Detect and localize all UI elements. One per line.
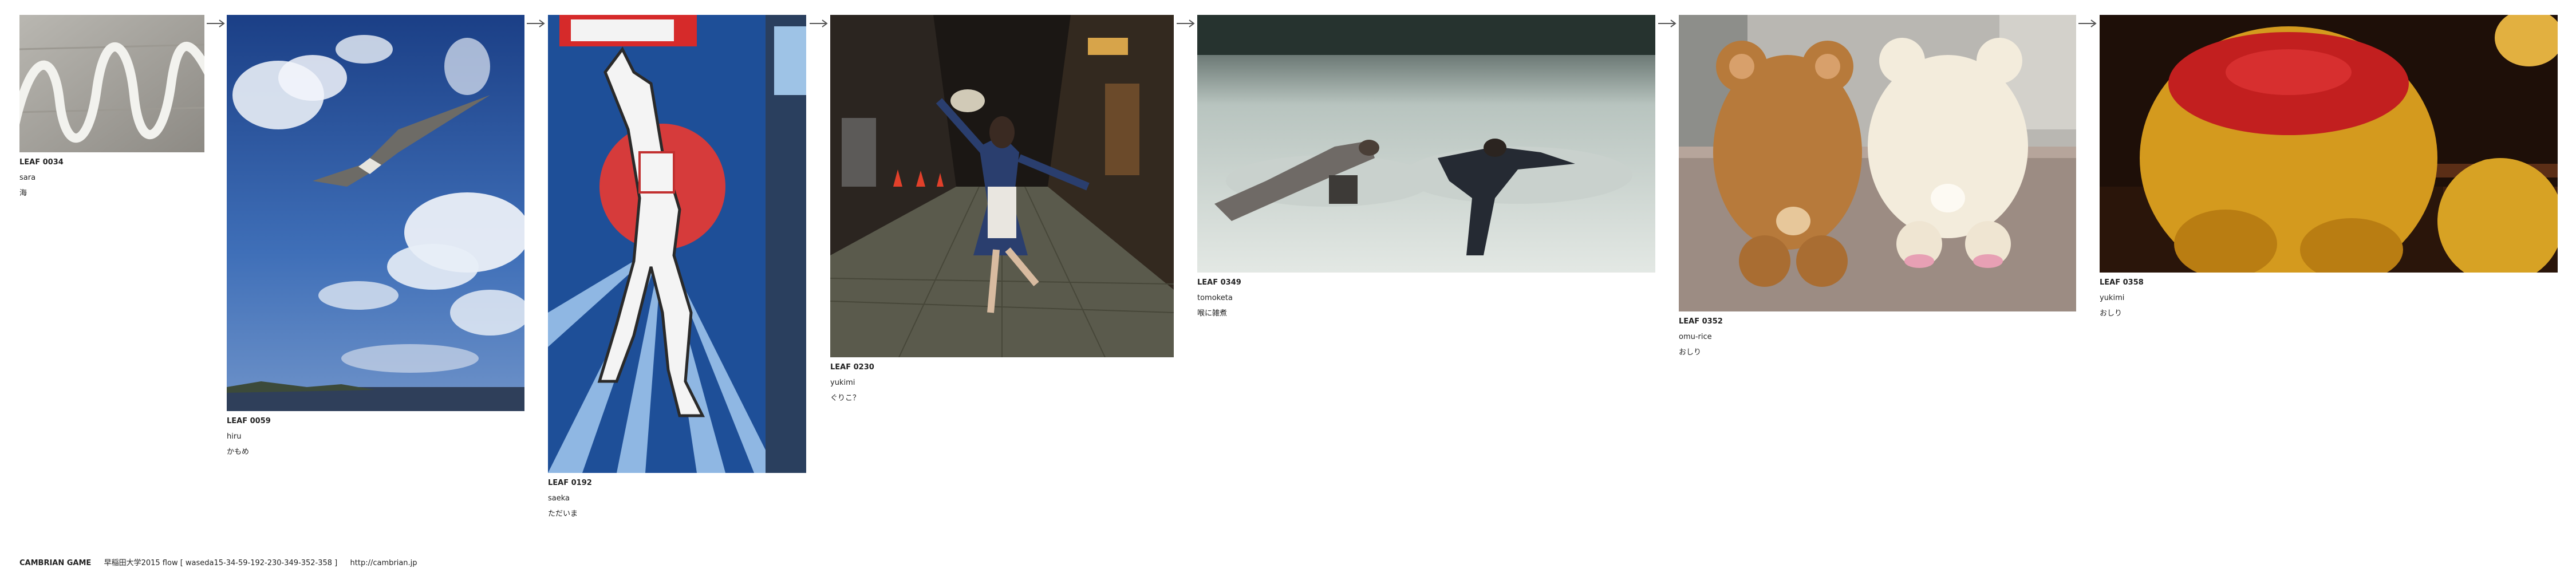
leaf-photo[interactable]	[830, 15, 1174, 357]
leaf-photo[interactable]	[548, 15, 806, 473]
seagull-sky-photo	[227, 15, 524, 411]
leaf-user[interactable]: hiru	[227, 429, 271, 444]
leaf-meta: LEAF 0352 omu-rice おしり	[1679, 314, 1723, 360]
leaf-meta: LEAF 0358 yukimi おしり	[2100, 275, 2144, 321]
wall-wave-painting-photo	[19, 15, 204, 152]
leaf-caption: ただいま	[548, 510, 578, 518]
bear-plushies-photo	[1679, 15, 2076, 311]
leaf-photo[interactable]	[19, 15, 204, 152]
leaf-meta: LEAF 0230 yukimi ぐりこ？	[830, 360, 874, 406]
leaf-id: LEAF 0349	[1197, 278, 1241, 287]
leaf-id: LEAF 0230	[830, 363, 874, 372]
leaf-meta: LEAF 0349 tomoketa 喉に雑煮	[1197, 275, 1241, 321]
leaf-caption: かもめ	[227, 448, 250, 456]
leaf-user[interactable]: saeka	[548, 491, 592, 506]
flow-page: LEAF 0034 sara 海 LEAF 0059 hiru かもめ LEAF…	[0, 0, 2576, 576]
leaf-id: LEAF 0352	[1679, 317, 1723, 326]
arrow-right-icon	[527, 19, 545, 27]
arrow-right-icon	[2078, 19, 2097, 27]
leaf-photo[interactable]	[1197, 15, 1655, 273]
leaf-meta: LEAF 0034 sara 海	[19, 155, 64, 201]
leaf-user[interactable]: yukimi	[2100, 290, 2144, 306]
leaf-user[interactable]: yukimi	[830, 375, 874, 390]
arrow-right-icon	[810, 19, 828, 27]
leaf-meta: LEAF 0192 saeka ただいま	[548, 475, 592, 522]
footer-brand[interactable]: CAMBRIAN GAME	[19, 559, 91, 567]
leaf-id: LEAF 0034	[19, 158, 64, 167]
leaf-id: LEAF 0358	[2100, 278, 2144, 287]
page-footer: CAMBRIAN GAME 早稲田大学2015 flow [ waseda15-…	[19, 557, 417, 567]
leaf-user[interactable]: omu-rice	[1679, 329, 1723, 345]
leaf-user[interactable]: tomoketa	[1197, 290, 1241, 306]
leaf-caption: 海	[19, 189, 27, 198]
snow-angels-photo	[1197, 15, 1655, 273]
leaf-caption: ぐりこ？	[830, 394, 861, 403]
leaf-id: LEAF 0192	[548, 479, 592, 487]
footer-link[interactable]: http://cambrian.jp	[350, 559, 417, 567]
leaf-id: LEAF 0059	[227, 417, 271, 425]
arrow-right-icon	[1658, 19, 1676, 27]
leaf-photo[interactable]	[1679, 15, 2076, 311]
footer-flow-text: 早稲田大学2015 flow [ waseda15-34-59-192-230-…	[104, 559, 338, 567]
leaf-caption: おしり	[2100, 309, 2123, 318]
leaf-meta: LEAF 0059 hiru かもめ	[227, 413, 271, 460]
glico-runner-sign-photo	[548, 15, 806, 473]
pooh-plushie-photo	[2100, 15, 2558, 273]
leaf-caption: おしり	[1679, 348, 1702, 357]
arrow-right-icon	[207, 19, 225, 27]
leaf-caption: 喉に雑煮	[1197, 309, 1228, 318]
arrow-right-icon	[1177, 19, 1195, 27]
leaf-photo[interactable]	[2100, 15, 2558, 273]
night-street-pose-photo	[830, 15, 1174, 357]
leaf-photo[interactable]	[227, 15, 524, 411]
leaf-user[interactable]: sara	[19, 170, 64, 186]
